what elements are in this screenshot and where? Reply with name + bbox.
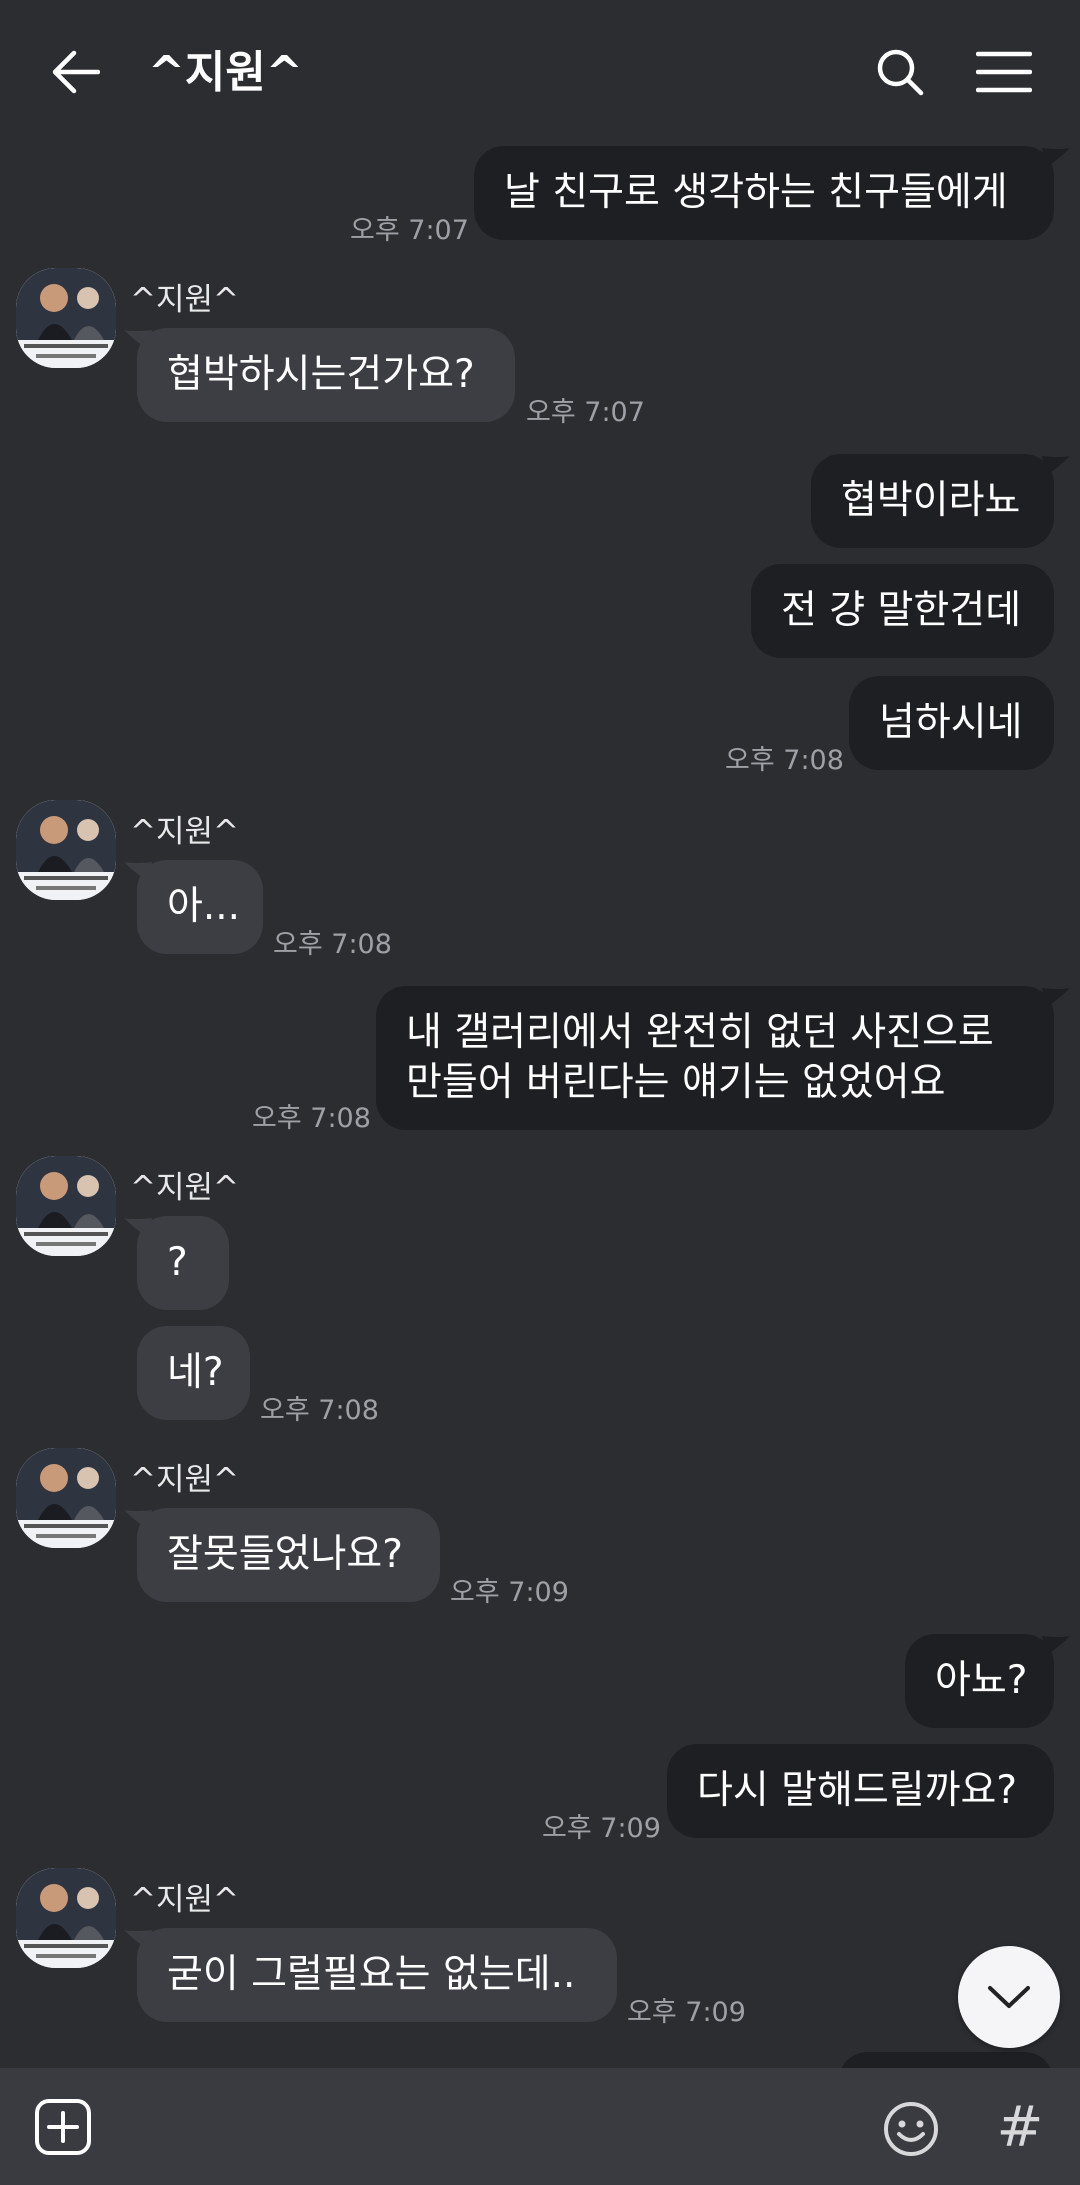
avatar[interactable] bbox=[16, 1156, 116, 1256]
profile-photo bbox=[16, 800, 116, 900]
my-message-bubble[interactable]: 날 친구로 생각하는 친구들에게 bbox=[474, 146, 1054, 240]
avatar[interactable] bbox=[16, 1448, 116, 1548]
sender-name: ^지원^ bbox=[130, 1462, 239, 1498]
menu-button[interactable] bbox=[968, 40, 1040, 104]
avatar[interactable] bbox=[16, 1868, 116, 1968]
avatar[interactable] bbox=[16, 268, 116, 368]
bubble-tail bbox=[1042, 148, 1070, 168]
sender-name: ^지원^ bbox=[130, 1882, 239, 1918]
bubble-tail bbox=[1042, 1636, 1070, 1656]
search-icon bbox=[877, 49, 924, 96]
message-input-bar: # bbox=[0, 2068, 1080, 2185]
chat-header: ^지원^ bbox=[0, 0, 1080, 140]
my-message-bubble[interactable]: 내 갤러리에서 완전히 없던 사진으로 만들어 버린다는 얘기는 없었어요 bbox=[376, 986, 1054, 1130]
other-message-bubble[interactable]: ? bbox=[137, 1216, 229, 1310]
sender-name: ^지원^ bbox=[130, 814, 239, 850]
chat-messages: 날 친구로 생각하는 친구들에게 오후 7:07 ^지원^ 협박하시는건가요? … bbox=[0, 140, 1080, 2068]
my-message-bubble[interactable]: 다시 말해드릴까요? bbox=[667, 1744, 1054, 1838]
my-message-bubble[interactable]: 아뇨? bbox=[905, 1634, 1054, 1728]
profile-photo bbox=[16, 1448, 116, 1548]
profile-photo bbox=[16, 1156, 116, 1256]
profile-photo bbox=[16, 1868, 116, 1968]
sender-name: ^지원^ bbox=[130, 282, 239, 318]
plus-box-icon bbox=[35, 2099, 91, 2155]
avatar[interactable] bbox=[16, 800, 116, 900]
chat-title: ^지원^ bbox=[148, 47, 303, 98]
arrow-left-icon bbox=[52, 50, 100, 94]
attach-button[interactable] bbox=[32, 2096, 94, 2158]
message-time: 오후 7:09 bbox=[627, 1997, 746, 2028]
bubble-tail bbox=[1042, 988, 1070, 1008]
search-button[interactable] bbox=[868, 40, 932, 104]
message-time: 오후 7:07 bbox=[526, 397, 645, 428]
message-time: 오후 7:09 bbox=[450, 1577, 569, 1608]
other-message-bubble[interactable]: 아... bbox=[137, 860, 263, 954]
hashtag-button[interactable]: # bbox=[990, 2092, 1050, 2162]
bubble-tail bbox=[1042, 456, 1070, 476]
profile-photo bbox=[16, 268, 116, 368]
message-time: 오후 7:08 bbox=[252, 1103, 371, 1134]
message-time: 오후 7:08 bbox=[260, 1395, 379, 1426]
my-message-bubble[interactable]: 넘하시네 bbox=[849, 676, 1054, 770]
my-message-bubble[interactable]: 협박이라뇨 bbox=[811, 454, 1054, 548]
my-message-bubble[interactable]: 전 걍 말한건데 bbox=[751, 564, 1054, 658]
chevron-down-icon bbox=[988, 1986, 1030, 2008]
scroll-down-button[interactable] bbox=[958, 1946, 1060, 2048]
message-time: 오후 7:08 bbox=[725, 745, 844, 776]
emoji-smile-icon bbox=[884, 2102, 938, 2156]
sender-name: ^지원^ bbox=[130, 1170, 239, 1206]
other-message-bubble[interactable]: 네? bbox=[137, 1326, 250, 1420]
hamburger-menu-icon bbox=[976, 51, 1032, 93]
partial-message-bubble bbox=[838, 2052, 1054, 2068]
emoji-button[interactable] bbox=[880, 2098, 942, 2160]
other-message-bubble[interactable]: 잘못들었나요? bbox=[137, 1508, 440, 1602]
other-message-bubble[interactable]: 굳이 그럴필요는 없는데.. bbox=[137, 1928, 617, 2022]
message-time: 오후 7:08 bbox=[273, 929, 392, 960]
message-time: 오후 7:07 bbox=[350, 215, 469, 246]
other-message-bubble[interactable]: 협박하시는건가요? bbox=[137, 328, 515, 422]
message-time: 오후 7:09 bbox=[542, 1813, 661, 1844]
back-button[interactable] bbox=[40, 40, 112, 104]
